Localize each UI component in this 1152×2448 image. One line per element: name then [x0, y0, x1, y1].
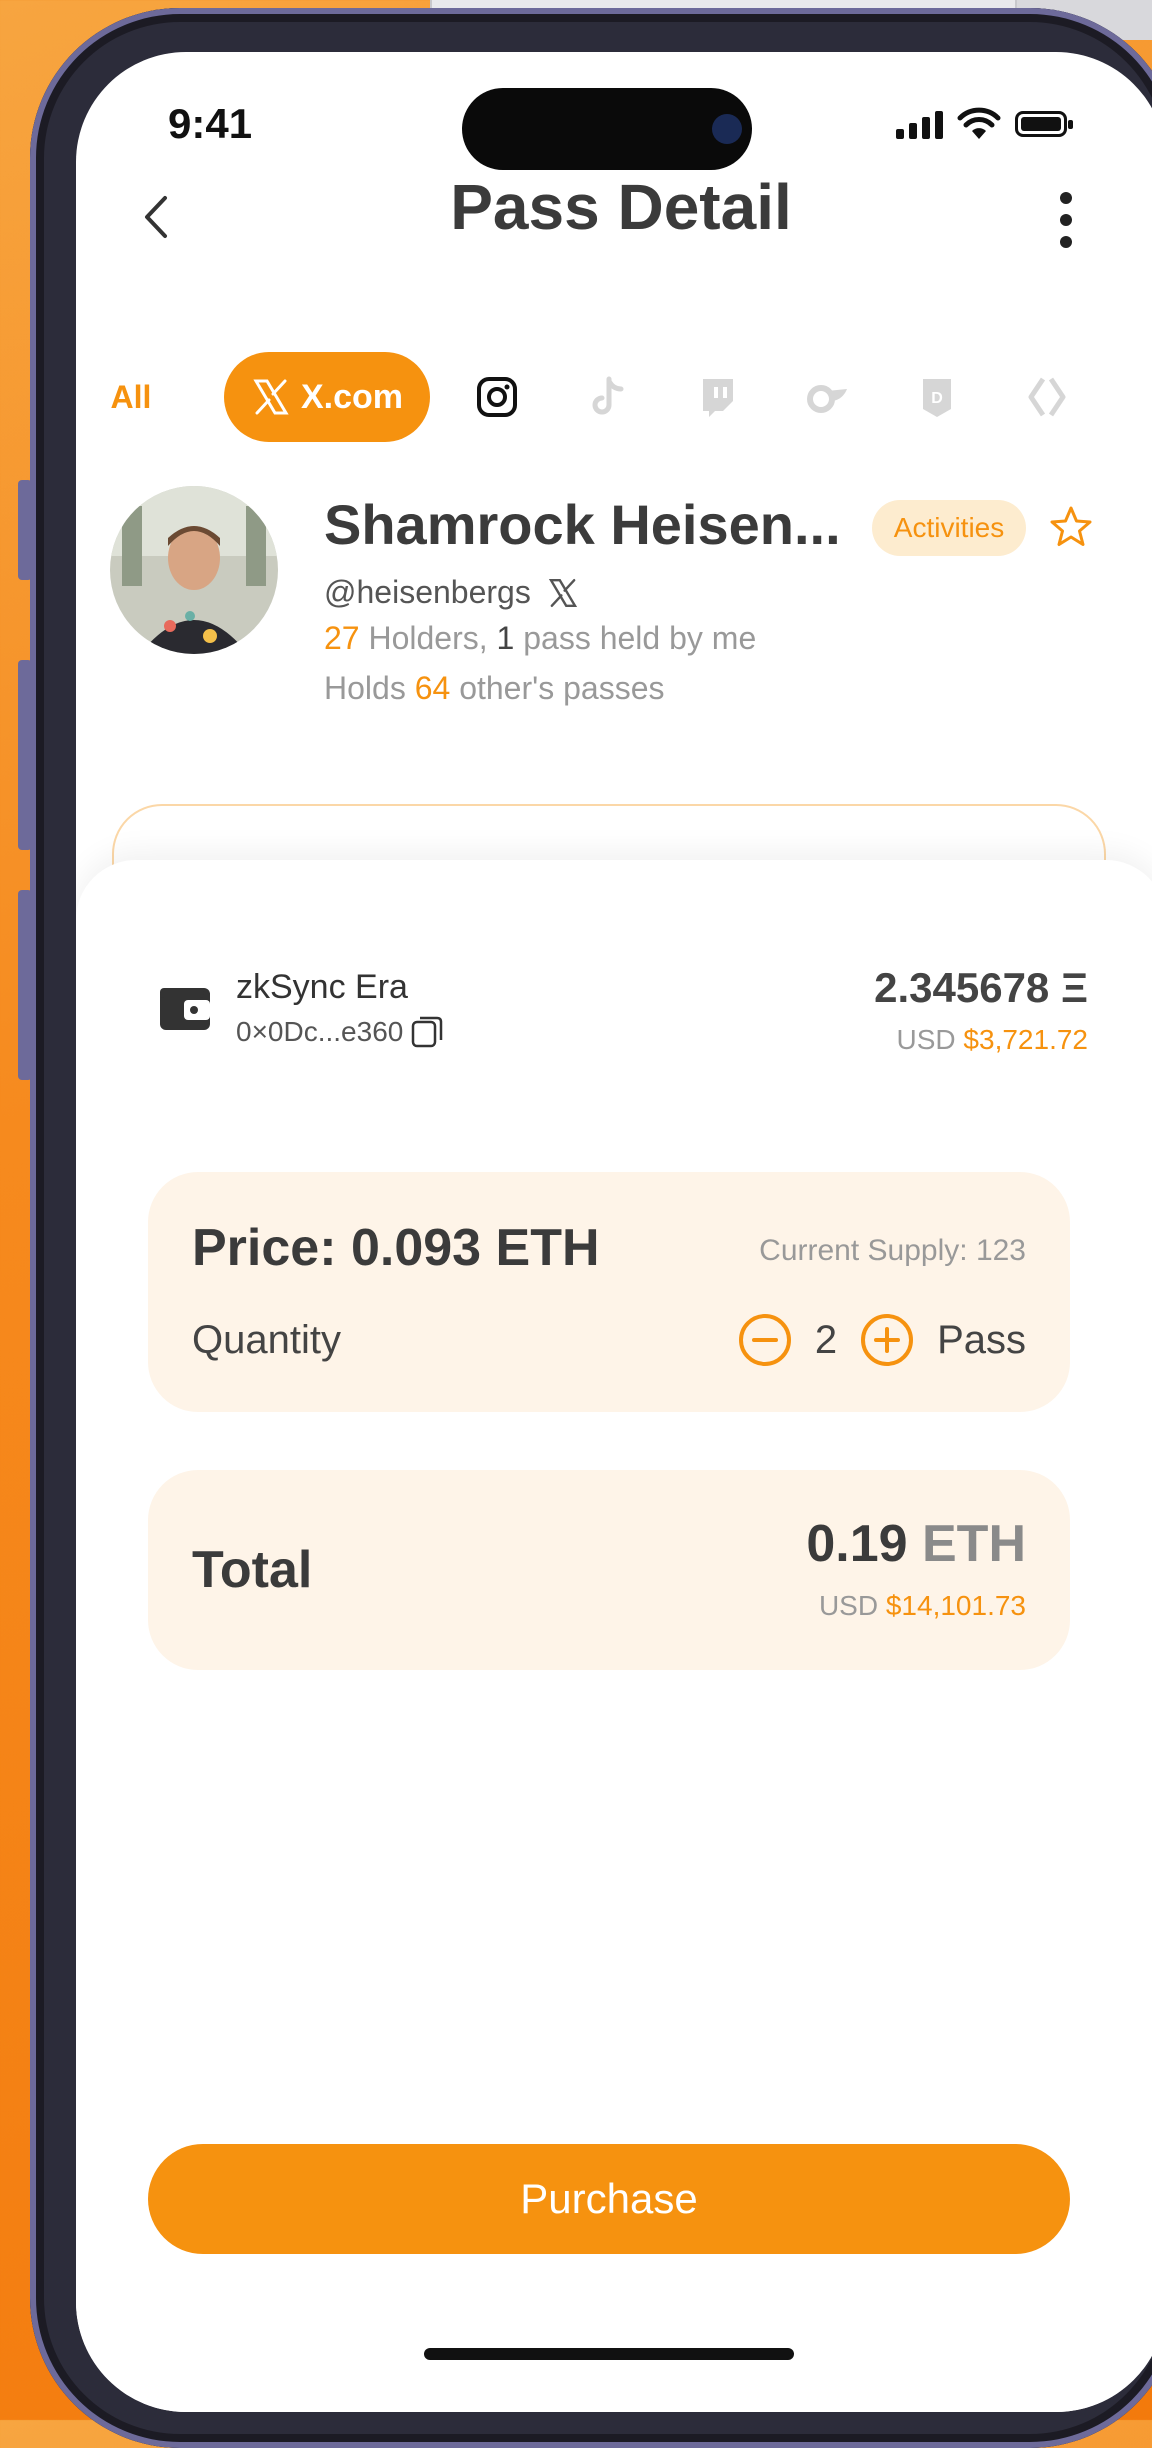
- holds-suffix: other's passes: [450, 670, 665, 706]
- home-indicator: [424, 2348, 794, 2360]
- holds-count: 64: [414, 670, 451, 706]
- status-time: 9:41: [168, 100, 253, 147]
- discord-icon: D: [923, 379, 951, 417]
- quantity-unit: Pass: [937, 1317, 1026, 1362]
- phone-side-button: [18, 480, 32, 580]
- minus-circle-icon[interactable]: [737, 1312, 793, 1368]
- total-amount-row: 0.19 ETH: [806, 1514, 1026, 1574]
- quantity-value: 2: [814, 1317, 838, 1362]
- holders-text: Holders,: [359, 620, 497, 656]
- profile-handle-row: @heisenbergs: [324, 574, 579, 611]
- dynamic-island: [462, 88, 752, 170]
- status-icons: [896, 104, 1073, 144]
- wallet-address-row: 0×0Dc...e360: [236, 1014, 445, 1050]
- x-logo-icon: [253, 379, 289, 415]
- held-count: 1: [496, 620, 515, 656]
- web3-icon: [1028, 377, 1066, 417]
- twitch-icon: [703, 379, 733, 417]
- plus-circle-icon[interactable]: [859, 1312, 915, 1368]
- tab-tiktok[interactable]: [572, 352, 642, 442]
- camera-icon: [712, 114, 742, 144]
- phone-screen: 9:41 Pass Detail All X.com D Shamrock He…: [76, 52, 1152, 2412]
- tab-discord[interactable]: D: [902, 352, 972, 442]
- copy-icon[interactable]: [409, 1014, 445, 1050]
- holds-info: Holds 64 other's passes: [324, 670, 665, 707]
- wallet-network: zkSync Era: [236, 968, 408, 1006]
- wifi-icon: [957, 107, 1001, 139]
- tab-x-com-label: X.com: [300, 377, 404, 416]
- signal-icon: [896, 109, 943, 139]
- total-usd: USD $14,101.73: [819, 1590, 1026, 1622]
- total-usd-label: USD: [818, 1590, 886, 1621]
- more-dot: [1060, 214, 1072, 226]
- holders-count: 27: [324, 620, 360, 656]
- wallet-balance-usd: USD $3,721.72: [897, 1024, 1088, 1056]
- holders-info: 27 Holders, 1 pass held by me: [324, 620, 756, 657]
- profile-handle: @heisenbergs: [324, 574, 531, 610]
- quantity-stepper: 2 Pass: [737, 1308, 1026, 1372]
- avatar-image: [110, 486, 278, 654]
- total-label: Total: [192, 1541, 313, 1599]
- total-currency: ETH: [907, 1515, 1026, 1573]
- total-card: Total 0.19 ETH USD $14,101.73: [148, 1470, 1070, 1670]
- purchase-button[interactable]: Purchase: [148, 2144, 1070, 2254]
- tab-onlyfans[interactable]: [792, 352, 862, 442]
- profile-name: Shamrock Heisen...: [324, 493, 841, 556]
- total-amount: 0.19: [806, 1515, 908, 1573]
- usd-label: USD: [896, 1024, 964, 1055]
- quantity-label: Quantity: [192, 1318, 341, 1362]
- wallet-balance: 2.345678 Ξ: [874, 964, 1088, 1011]
- tab-all[interactable]: All: [76, 352, 186, 442]
- price-card: Price: 0.093 ETH Current Supply: 123 Qua…: [148, 1172, 1070, 1412]
- x-logo-icon: [548, 578, 577, 607]
- phone-side-button: [18, 890, 32, 1080]
- phone-side-button: [18, 660, 32, 850]
- tab-twitch[interactable]: [682, 352, 752, 442]
- tiktok-icon: [592, 376, 624, 415]
- svg-text:D: D: [931, 390, 943, 407]
- tab-web3[interactable]: [1012, 352, 1082, 442]
- usd-value: $3,721.72: [963, 1024, 1088, 1055]
- battery-icon: [1015, 111, 1073, 137]
- more-dot: [1060, 236, 1072, 248]
- activities-badge[interactable]: Activities: [872, 500, 1026, 556]
- instagram-icon: [477, 377, 517, 417]
- current-supply: Current Supply: 123: [759, 1234, 1026, 1267]
- wallet-icon: [160, 988, 210, 1030]
- tab-instagram[interactable]: [462, 352, 532, 442]
- more-dot: [1060, 192, 1072, 204]
- tab-x-com[interactable]: X.com: [224, 352, 430, 442]
- onlyfans-icon: [807, 385, 847, 413]
- purchase-sheet: zkSync Era 0×0Dc...e360 2.345678 Ξ USD $…: [76, 860, 1152, 2412]
- star-icon[interactable]: [1046, 502, 1096, 552]
- holds-prefix: Holds: [324, 670, 415, 706]
- more-options-button[interactable]: [1036, 180, 1096, 260]
- total-usd-value: $14,101.73: [885, 1590, 1026, 1621]
- held-text: pass held by me: [514, 620, 757, 656]
- avatar[interactable]: [110, 486, 278, 654]
- price-label: Price: 0.093 ETH: [192, 1219, 600, 1277]
- page-title: Pass Detail: [450, 171, 792, 243]
- wallet-address: 0×0Dc...e360: [236, 1016, 404, 1047]
- platform-tabs: All X.com D: [76, 352, 1152, 442]
